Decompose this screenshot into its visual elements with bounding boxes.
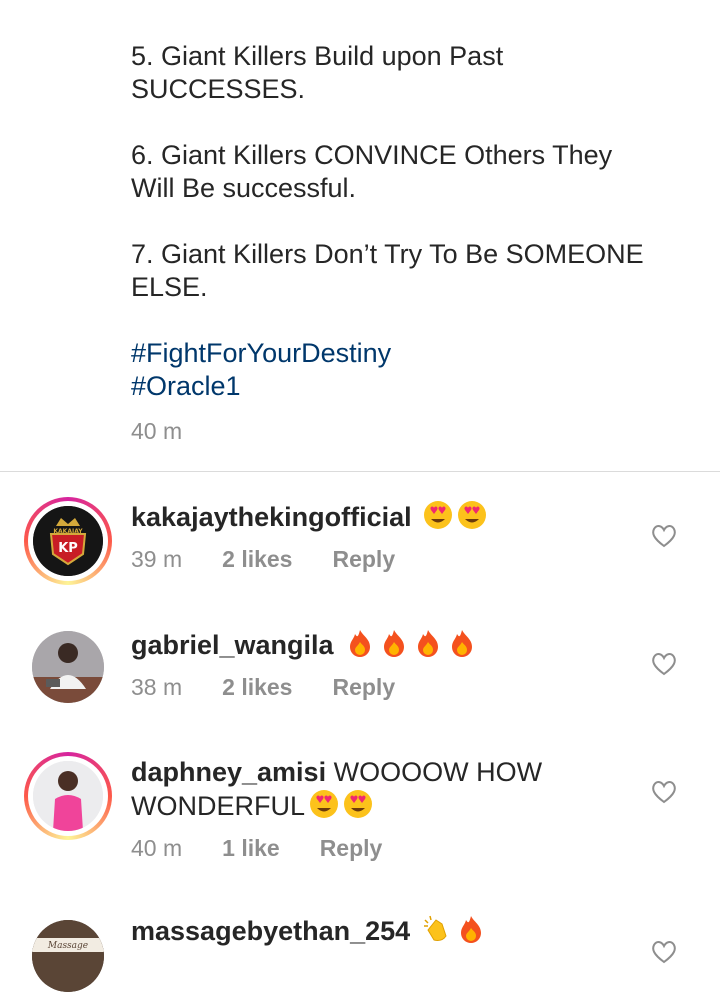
heart-eyes-emoji-icon <box>310 790 338 818</box>
caption-line: 6. Giant Killers CONVINCE Others They <box>131 140 613 170</box>
comment-username[interactable]: kakajaythekingofficial <box>131 502 412 532</box>
avatar-logo-text: KP <box>58 541 78 556</box>
clapping-hands-emoji-icon <box>423 915 447 941</box>
comment-text: WONDERFUL <box>131 791 305 821</box>
avatar-brand-text: KAKAJAY <box>53 528 83 535</box>
avatar[interactable] <box>32 631 104 703</box>
likes-count[interactable]: 2 likes <box>222 674 292 701</box>
heart-eyes-emoji-icon <box>344 790 372 818</box>
heart-eyes-emoji-icon <box>424 501 453 529</box>
fire-emoji-icon <box>460 916 481 943</box>
reply-button[interactable]: Reply <box>332 546 395 573</box>
fire-emoji-icon <box>452 630 473 657</box>
fire-emoji-icon <box>384 630 405 657</box>
user-photo-icon <box>33 761 103 831</box>
like-heart-icon[interactable] <box>651 524 677 548</box>
comment-username[interactable]: daphney_amisi <box>131 757 326 787</box>
comment-time: 38 m <box>131 674 183 700</box>
reply-button[interactable]: Reply <box>320 835 383 862</box>
hashtag-link[interactable]: #FightForYourDestiny <box>131 337 671 370</box>
heart-eyes-emoji-icon <box>458 501 487 529</box>
user-photo-icon <box>32 631 104 703</box>
kp-logo-icon: KAKAJAY KP <box>33 506 103 576</box>
fire-emoji-icon <box>350 630 371 657</box>
like-heart-icon[interactable] <box>651 780 677 804</box>
avatar-brand-text: Massage <box>47 941 88 951</box>
comment-username[interactable]: massagebyethan_254 <box>131 916 410 946</box>
fire-emoji-icon <box>418 630 439 657</box>
massage-logo-icon: Massage <box>32 920 104 992</box>
reply-button[interactable]: Reply <box>332 674 395 701</box>
like-heart-icon[interactable] <box>651 652 677 676</box>
caption-timestamp: 40 m <box>131 418 183 444</box>
post-caption: 5. Giant Killers Build upon Past SUCCESS… <box>131 40 671 403</box>
caption-line: 7. Giant Killers Don’t Try To Be SOMEONE <box>131 239 644 269</box>
divider <box>0 471 720 472</box>
avatar[interactable]: Massage <box>32 920 104 992</box>
caption-line: Will Be successful. <box>131 173 357 203</box>
comment-time: 40 m <box>131 835 183 861</box>
likes-count[interactable]: 1 like <box>222 835 280 862</box>
comment-username[interactable]: gabriel_wangila <box>131 630 334 660</box>
caption-line: ELSE. <box>131 272 208 302</box>
caption-line: SUCCESSES. <box>131 74 306 104</box>
hashtag-link[interactable]: #Oracle1 <box>131 370 671 403</box>
comment-time: 39 m <box>131 546 183 572</box>
comment-text: WOOOOW HOW <box>333 757 543 787</box>
like-heart-icon[interactable] <box>651 940 677 964</box>
avatar[interactable] <box>24 752 112 840</box>
likes-count[interactable]: 2 likes <box>222 546 292 573</box>
avatar[interactable]: KAKAJAY KP <box>24 497 112 585</box>
caption-line: 5. Giant Killers Build upon Past <box>131 41 504 71</box>
